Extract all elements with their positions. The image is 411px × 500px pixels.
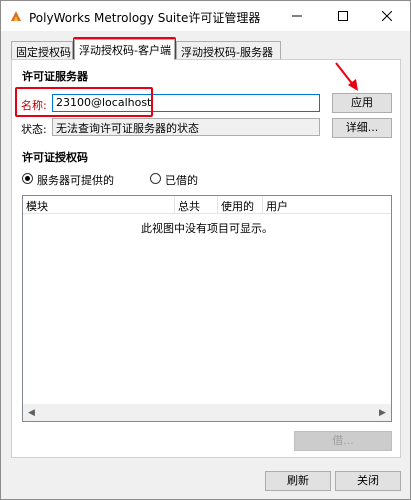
name-label: 名称:: [21, 99, 47, 112]
scroll-right-icon[interactable]: ▶: [374, 404, 391, 421]
borrow-button[interactable]: 借...: [294, 431, 392, 451]
status-field: 无法查询许可证服务器的状态: [52, 118, 320, 136]
column-header-total[interactable]: 总共: [175, 196, 218, 214]
window-title: PolyWorks Metrology Suite许可证管理器: [29, 11, 261, 25]
radio-server-available[interactable]: [22, 173, 33, 184]
minimize-button[interactable]: [274, 1, 320, 31]
list-header: 模块 总共 使用的 用户: [23, 196, 391, 214]
close-button[interactable]: 关闭: [335, 471, 401, 491]
license-manager-window: PolyWorks Metrology Suite许可证管理器 固定授权码 浮动…: [0, 0, 411, 500]
pointer-arrow-annotation: [335, 62, 358, 91]
column-header-module[interactable]: 模块: [23, 196, 175, 214]
maximize-button[interactable]: [320, 1, 366, 31]
radio-borrowed[interactable]: [150, 173, 161, 184]
details-button[interactable]: 详细...: [332, 118, 392, 138]
tab-floating-client[interactable]: 浮动授权码-客户端: [74, 39, 175, 60]
tab-fixed-license[interactable]: 固定授权码: [11, 41, 73, 59]
column-header-used[interactable]: 使用的: [218, 196, 263, 214]
status-label: 状态:: [21, 123, 47, 136]
maximize-icon: [338, 11, 348, 21]
radio-server-available-label[interactable]: 服务器可提供的: [37, 172, 114, 188]
close-window-button[interactable]: [364, 1, 410, 31]
polyworks-logo-icon: [11, 11, 21, 21]
refresh-button[interactable]: 刷新: [265, 471, 331, 491]
title-bar[interactable]: PolyWorks Metrology Suite许可证管理器: [1, 1, 410, 31]
horizontal-scrollbar[interactable]: ◀ ▶: [23, 404, 391, 421]
apply-button[interactable]: 应用: [332, 93, 392, 113]
radio-borrowed-label[interactable]: 已借的: [165, 172, 198, 188]
minimize-icon: [292, 15, 302, 17]
tab-floating-server[interactable]: 浮动授权码-服务器: [176, 41, 281, 59]
server-section-title: 许可证服务器: [22, 70, 88, 83]
close-icon: [382, 11, 392, 21]
license-section-title: 许可证授权码: [22, 151, 88, 164]
empty-list-message: 此视图中没有项目可显示。: [141, 222, 273, 235]
column-header-user[interactable]: 用户: [263, 196, 391, 214]
license-list-view[interactable]: 模块 总共 使用的 用户 此视图中没有项目可显示。 ◀ ▶: [22, 195, 392, 422]
scroll-left-icon[interactable]: ◀: [23, 404, 40, 421]
server-name-input[interactable]: 23100@localhost: [52, 94, 320, 112]
tab-panel: 许可证服务器 名称: 23100@localhost 应用 状态: 无法查询许可…: [11, 59, 401, 458]
